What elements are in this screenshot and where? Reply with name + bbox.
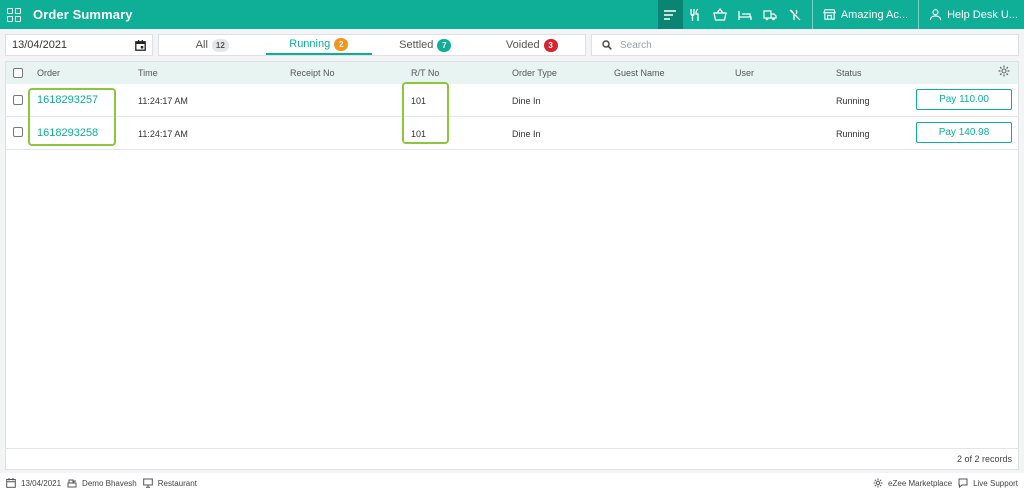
date-value: 13/04/2021 xyxy=(12,39,68,51)
status-tabs: All 12 Running 2 Settled 7 Voided 3 xyxy=(158,34,586,56)
tab-label: All xyxy=(195,39,208,51)
count-badge: 3 xyxy=(543,38,558,52)
page-title: Order Summary xyxy=(33,7,133,22)
user-name: Help Desk U... xyxy=(947,8,1018,21)
search-input[interactable] xyxy=(620,39,1010,51)
column-header-order[interactable]: Order xyxy=(37,68,60,78)
top-bar: Order Summary Amazing Ac... Help Desk U.… xyxy=(0,0,1024,29)
pay-button[interactable]: Pay 110.00 xyxy=(916,89,1012,110)
tab-label: Settled xyxy=(399,39,434,51)
count-badge: 2 xyxy=(334,37,349,51)
pay-button[interactable]: Pay 140.98 xyxy=(916,122,1012,143)
table-row[interactable]: 1618293258 11:24:17 AM 101 Dine In Runni… xyxy=(6,117,1018,150)
column-header-status[interactable]: Status xyxy=(836,68,862,78)
basket-icon[interactable] xyxy=(708,0,733,29)
user-icon xyxy=(929,9,942,21)
tab-voided[interactable]: Voided 3 xyxy=(479,35,586,55)
delivery-truck-icon[interactable] xyxy=(758,0,783,29)
order-number-link[interactable]: 1618293257 xyxy=(37,94,98,106)
column-header-receipt[interactable]: Receipt No xyxy=(290,68,335,78)
order-summary-menu-icon[interactable] xyxy=(657,0,683,29)
order-status: Running xyxy=(836,129,870,139)
divider xyxy=(5,448,1019,449)
user-menu[interactable]: Help Desk U... xyxy=(923,0,1024,29)
column-header-guest[interactable]: Guest Name xyxy=(614,68,665,78)
date-picker[interactable]: 13/04/2021 xyxy=(5,34,153,56)
status-date: 13/04/2021 xyxy=(6,478,61,488)
gear-icon xyxy=(873,478,883,488)
restaurant-cutlery-icon[interactable] xyxy=(683,0,708,29)
status-outlet: Restaurant xyxy=(142,478,197,488)
store-icon xyxy=(822,9,836,20)
property-selector[interactable]: Amazing Ac... xyxy=(817,0,914,29)
calendar-icon xyxy=(6,478,16,488)
cash-register-icon xyxy=(67,479,77,488)
settings-gear-icon[interactable] xyxy=(998,65,1010,77)
rt-number: 101 xyxy=(411,129,427,139)
search-icon xyxy=(602,40,612,50)
tab-label: Voided xyxy=(505,39,540,51)
monitor-icon xyxy=(142,478,153,488)
order-type: Dine In xyxy=(512,129,541,139)
record-count: 2 of 2 records xyxy=(956,454,1012,464)
count-badge: 12 xyxy=(211,38,229,52)
column-header-rt[interactable]: R/T No xyxy=(411,68,439,78)
tab-running[interactable]: Running 2 xyxy=(265,35,372,55)
column-header-time[interactable]: Time xyxy=(138,68,158,78)
search-bar xyxy=(591,34,1019,56)
property-name: Amazing Ac... xyxy=(840,8,909,21)
no-service-icon[interactable] xyxy=(783,0,808,29)
order-time: 11:24:17 AM xyxy=(138,96,188,106)
select-all-checkbox[interactable] xyxy=(13,68,23,78)
live-support-link[interactable]: Live Support xyxy=(958,478,1018,488)
order-status: Running xyxy=(836,96,870,106)
calendar-icon[interactable] xyxy=(135,40,146,51)
toolbar-divider xyxy=(811,0,813,29)
orders-table: Order Time Receipt No R/T No Order Type … xyxy=(5,61,1019,470)
row-checkbox[interactable] xyxy=(13,127,23,137)
status-user: Demo Bhavesh xyxy=(67,478,137,488)
tab-label: Running xyxy=(289,38,331,50)
table-header: Order Time Receipt No R/T No Order Type … xyxy=(6,62,1018,84)
toolbar-divider xyxy=(918,0,920,29)
order-time: 11:24:17 AM xyxy=(138,129,188,139)
status-bar: 13/04/2021 Demo Bhavesh Restaurant eZee … xyxy=(0,473,1024,493)
column-header-order-type[interactable]: Order Type xyxy=(512,68,557,78)
count-badge: 7 xyxy=(437,38,452,52)
order-number-link[interactable]: 1618293258 xyxy=(37,127,98,139)
row-checkbox[interactable] xyxy=(13,95,23,105)
bed-icon[interactable] xyxy=(733,0,758,29)
chat-icon xyxy=(958,478,968,488)
table-row[interactable]: 1618293257 11:24:17 AM 101 Dine In Runni… xyxy=(6,84,1018,117)
rt-number: 101 xyxy=(411,96,427,106)
tab-settled[interactable]: Settled 7 xyxy=(372,35,479,55)
column-header-user[interactable]: User xyxy=(735,68,754,78)
marketplace-link[interactable]: eZee Marketplace xyxy=(873,478,952,488)
apps-grid-icon[interactable] xyxy=(7,7,21,22)
order-type: Dine In xyxy=(512,96,541,106)
tab-all[interactable]: All 12 xyxy=(159,35,266,55)
